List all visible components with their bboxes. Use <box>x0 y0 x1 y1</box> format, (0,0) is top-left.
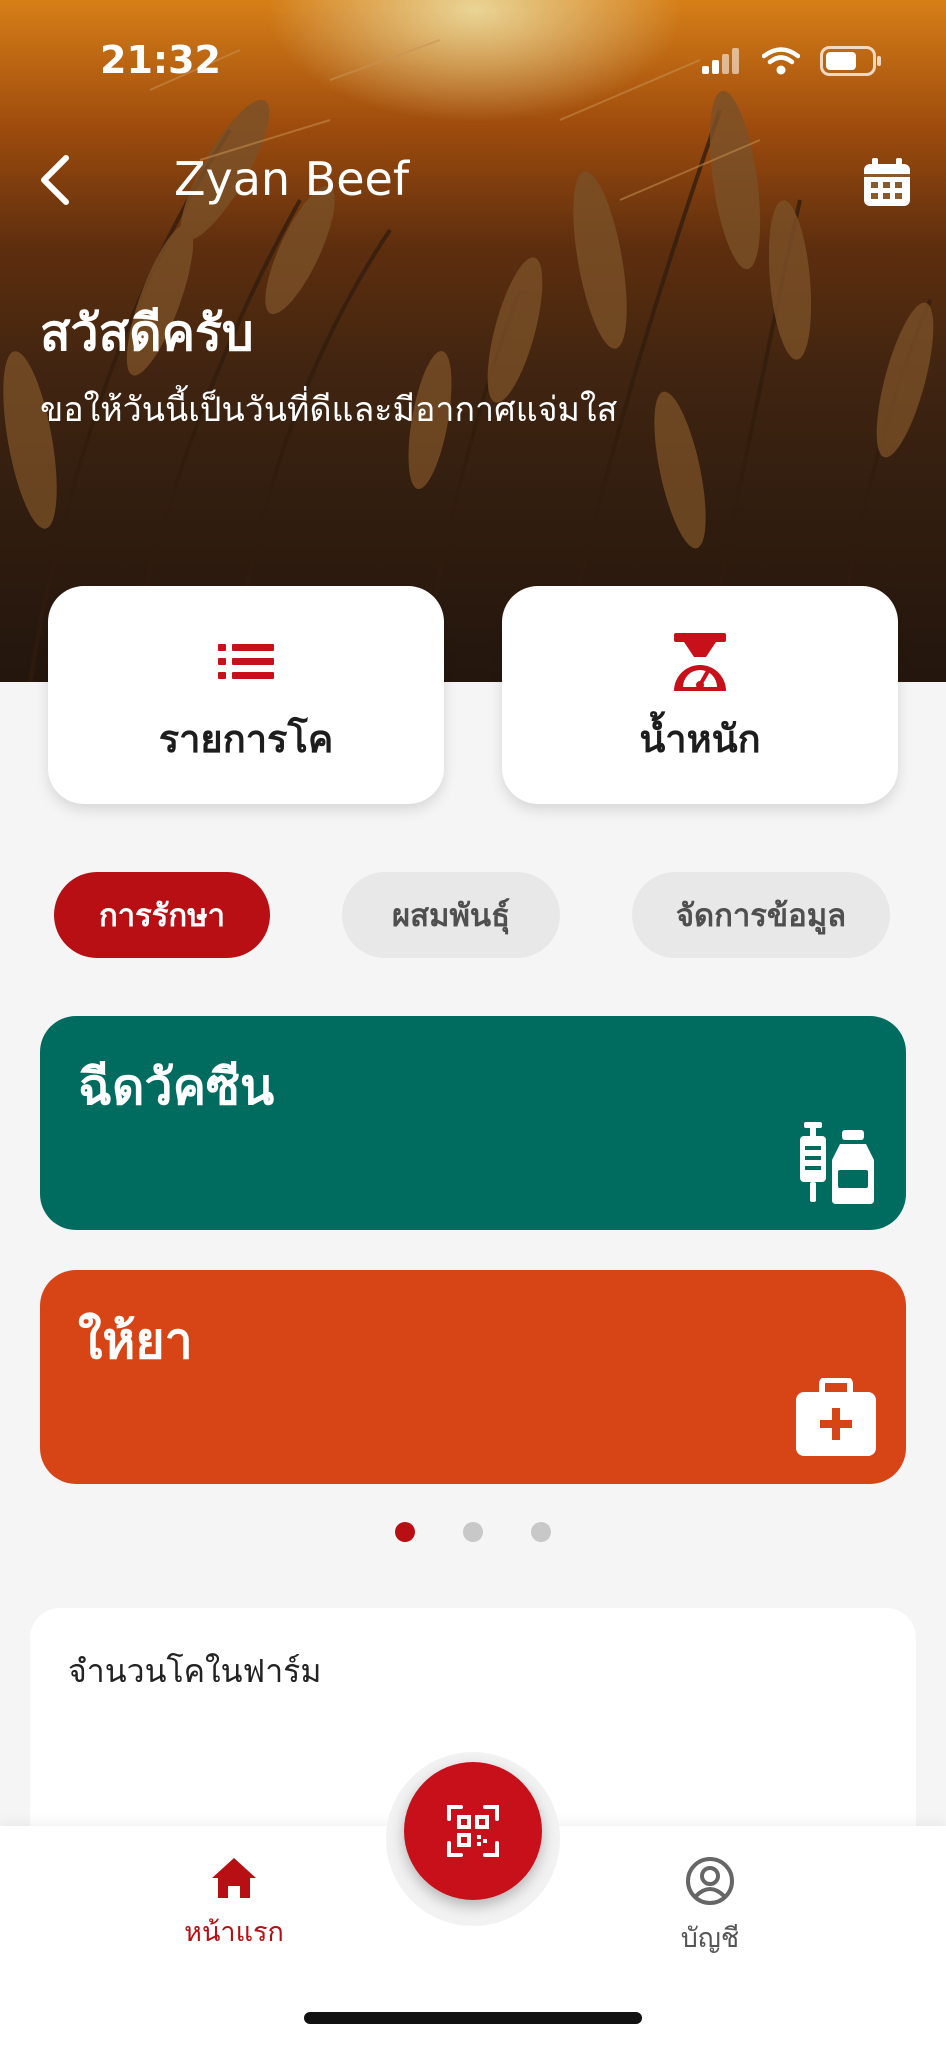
home-indicator <box>304 2012 642 2024</box>
carousel-pager <box>0 1522 946 1542</box>
home-icon <box>212 1858 256 1898</box>
greeting-title: สวัสดีครับ <box>40 304 254 362</box>
pager-dot-2[interactable] <box>463 1522 483 1542</box>
nav-home[interactable]: หน้าแรก <box>134 1856 334 1953</box>
list-icon <box>218 644 274 679</box>
calendar-icon <box>864 158 910 206</box>
status-icons <box>702 46 882 76</box>
greeting-subtitle: ขอให้วันนี้เป็นวันที่ดีและมีอากาศแจ่มใส <box>40 390 618 430</box>
vaccination-card[interactable]: ฉีดวัคซีน <box>40 1016 906 1230</box>
weight-label: น้ำหนัก <box>639 717 761 761</box>
cellular-signal-icon <box>702 48 739 74</box>
pager-dot-3[interactable] <box>531 1522 551 1542</box>
tab-treatment[interactable]: การรักษา <box>54 872 270 958</box>
farm-summary-title: จำนวนโคในฟาร์ม <box>68 1652 322 1690</box>
battery-icon <box>820 46 881 76</box>
nav-account[interactable]: บัญชี <box>610 1856 810 1959</box>
app-title: Zyan Beef <box>174 152 410 206</box>
tab-breeding[interactable]: ผสมพันธุ์ <box>342 872 560 958</box>
status-time: 21:32 <box>100 38 221 82</box>
cattle-list-label: รายการโค <box>158 717 334 761</box>
qr-scan-icon <box>447 1805 499 1857</box>
syringe-vaccine-icon <box>800 1122 874 1204</box>
qr-scan-button[interactable] <box>404 1762 542 1900</box>
calendar-button[interactable] <box>862 156 912 208</box>
user-circle-icon <box>686 1857 734 1905</box>
weight-button[interactable]: น้ำหนัก <box>502 586 898 804</box>
first-aid-kit-icon <box>796 1378 876 1456</box>
pager-dot-1[interactable] <box>395 1522 415 1542</box>
scale-icon <box>674 633 726 691</box>
cattle-list-button[interactable]: รายการโค <box>48 586 444 804</box>
nav-account-label: บัญชี <box>680 1923 740 1954</box>
tab-data-management[interactable]: จัดการข้อมูล <box>632 872 890 958</box>
medication-card[interactable]: ให้ยา <box>40 1270 906 1484</box>
medication-label: ให้ยา <box>78 1312 193 1370</box>
vaccination-label: ฉีดวัคซีน <box>78 1058 275 1116</box>
chevron-left-icon <box>41 155 69 205</box>
wifi-icon <box>762 47 800 75</box>
back-button[interactable] <box>36 152 76 208</box>
nav-home-label: หน้าแรก <box>184 1917 284 1948</box>
